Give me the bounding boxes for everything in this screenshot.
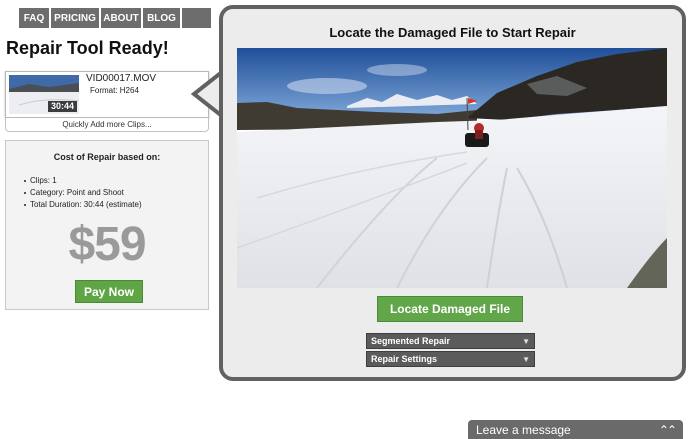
nav-faq[interactable]: FAQ [19, 8, 49, 28]
nav-filler [182, 8, 211, 28]
segmented-repair-dropdown[interactable]: Segmented Repair ▼ [366, 333, 535, 349]
leave-message-label: Leave a message [476, 422, 571, 437]
nav-blog[interactable]: BLOG [143, 8, 180, 28]
leave-message-widget[interactable]: Leave a message ⌃⌃ [468, 420, 683, 439]
caret-down-icon: ▼ [522, 336, 530, 346]
status-title: Repair Tool Ready! [6, 38, 169, 58]
cost-list: Clips: 1 Category: Point and Shoot Total… [24, 175, 142, 211]
cost-item-clips: Clips: 1 [24, 175, 142, 187]
clip-duration: 30:44 [47, 101, 77, 112]
nav-pricing[interactable]: PRICING [51, 8, 99, 28]
clip-format: Format: H264 [90, 86, 139, 95]
clip-thumbnail: 30:44 [9, 75, 79, 114]
caret-down-icon: ▼ [522, 354, 530, 364]
locate-damaged-file-button[interactable]: Locate Damaged File [377, 296, 523, 322]
cost-item-duration: Total Duration: 30:44 (estimate) [24, 199, 142, 211]
panel-title: Locate the Damaged File to Start Repair [329, 25, 576, 40]
video-preview [237, 48, 667, 288]
price: $59 [68, 218, 146, 271]
repair-settings-label: Repair Settings [371, 354, 438, 364]
cost-title: Cost of Repair based on: [53, 152, 161, 162]
segmented-repair-label: Segmented Repair [371, 336, 451, 346]
top-nav: FAQ PRICING ABOUT BLOG [19, 8, 211, 28]
repair-settings-dropdown[interactable]: Repair Settings ▼ [366, 351, 535, 367]
double-chevron-up-icon[interactable]: ⌃⌃ [659, 423, 677, 437]
clip-card[interactable]: 30:44 VID00017.MOV Format: H264 [5, 71, 209, 118]
pay-now-button[interactable]: Pay Now [75, 280, 143, 303]
repair-panel: Locate the Damaged File to Start Repair [219, 5, 686, 381]
nav-about[interactable]: ABOUT [101, 8, 141, 28]
cost-box: Cost of Repair based on: Clips: 1 Catego… [5, 140, 209, 310]
cost-item-category: Category: Point and Shoot [24, 187, 142, 199]
clip-filename: VID00017.MOV [86, 73, 157, 84]
quick-add-clips-link[interactable]: Quickly Add more Clips... [5, 118, 209, 132]
panel-pointer [190, 70, 224, 120]
